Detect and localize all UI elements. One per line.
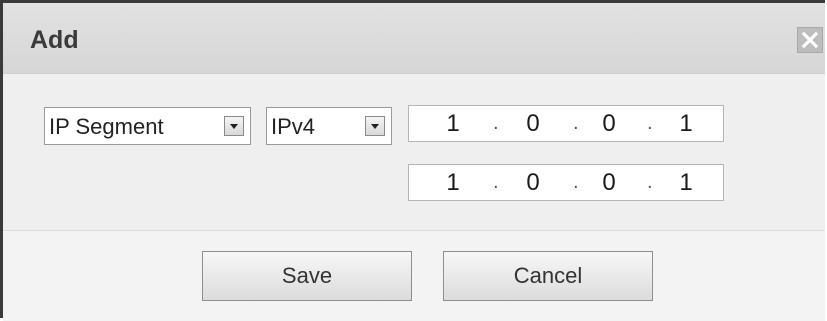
add-dialog: Add IP Segment IPv4 1 . 0 . 0 . 1 1 . 0 … (0, 0, 825, 321)
end-ip-octet-3[interactable]: 0 (589, 169, 629, 197)
ip-separator: . (573, 112, 579, 134)
end-ip-octet-4[interactable]: 1 (666, 169, 706, 197)
end-ip-input[interactable]: 1 . 0 . 0 . 1 (408, 164, 724, 201)
cancel-button[interactable]: Cancel (443, 251, 653, 301)
end-ip-octet-2[interactable]: 0 (513, 169, 553, 197)
start-ip-octet-3[interactable]: 0 (589, 110, 629, 138)
start-ip-octet-2[interactable]: 0 (513, 110, 553, 138)
close-button[interactable] (797, 27, 823, 53)
chevron-down-icon[interactable] (224, 116, 244, 136)
start-ip-octet-4[interactable]: 1 (666, 110, 706, 138)
dialog-title: Add (30, 26, 79, 54)
ip-separator: . (493, 112, 499, 134)
range-type-value: IP Segment (49, 114, 164, 139)
dialog-body: IP Segment IPv4 1 . 0 . 0 . 1 1 . 0 . 0 (3, 74, 825, 231)
save-button[interactable]: Save (202, 251, 412, 301)
dialog-footer: Save Cancel (3, 231, 825, 321)
ip-separator: . (573, 171, 579, 193)
ip-version-value: IPv4 (271, 114, 316, 139)
end-ip-octet-1[interactable]: 1 (433, 169, 473, 197)
dialog-titlebar: Add (3, 3, 825, 74)
ip-separator: . (493, 171, 499, 193)
start-ip-input[interactable]: 1 . 0 . 0 . 1 (408, 105, 724, 142)
close-icon (801, 31, 819, 49)
ip-separator: . (647, 112, 653, 134)
chevron-down-icon[interactable] (365, 116, 385, 136)
range-type-select[interactable]: IP Segment (44, 107, 251, 145)
ip-separator: . (647, 171, 653, 193)
start-ip-octet-1[interactable]: 1 (433, 110, 473, 138)
ip-version-select[interactable]: IPv4 (266, 107, 392, 145)
